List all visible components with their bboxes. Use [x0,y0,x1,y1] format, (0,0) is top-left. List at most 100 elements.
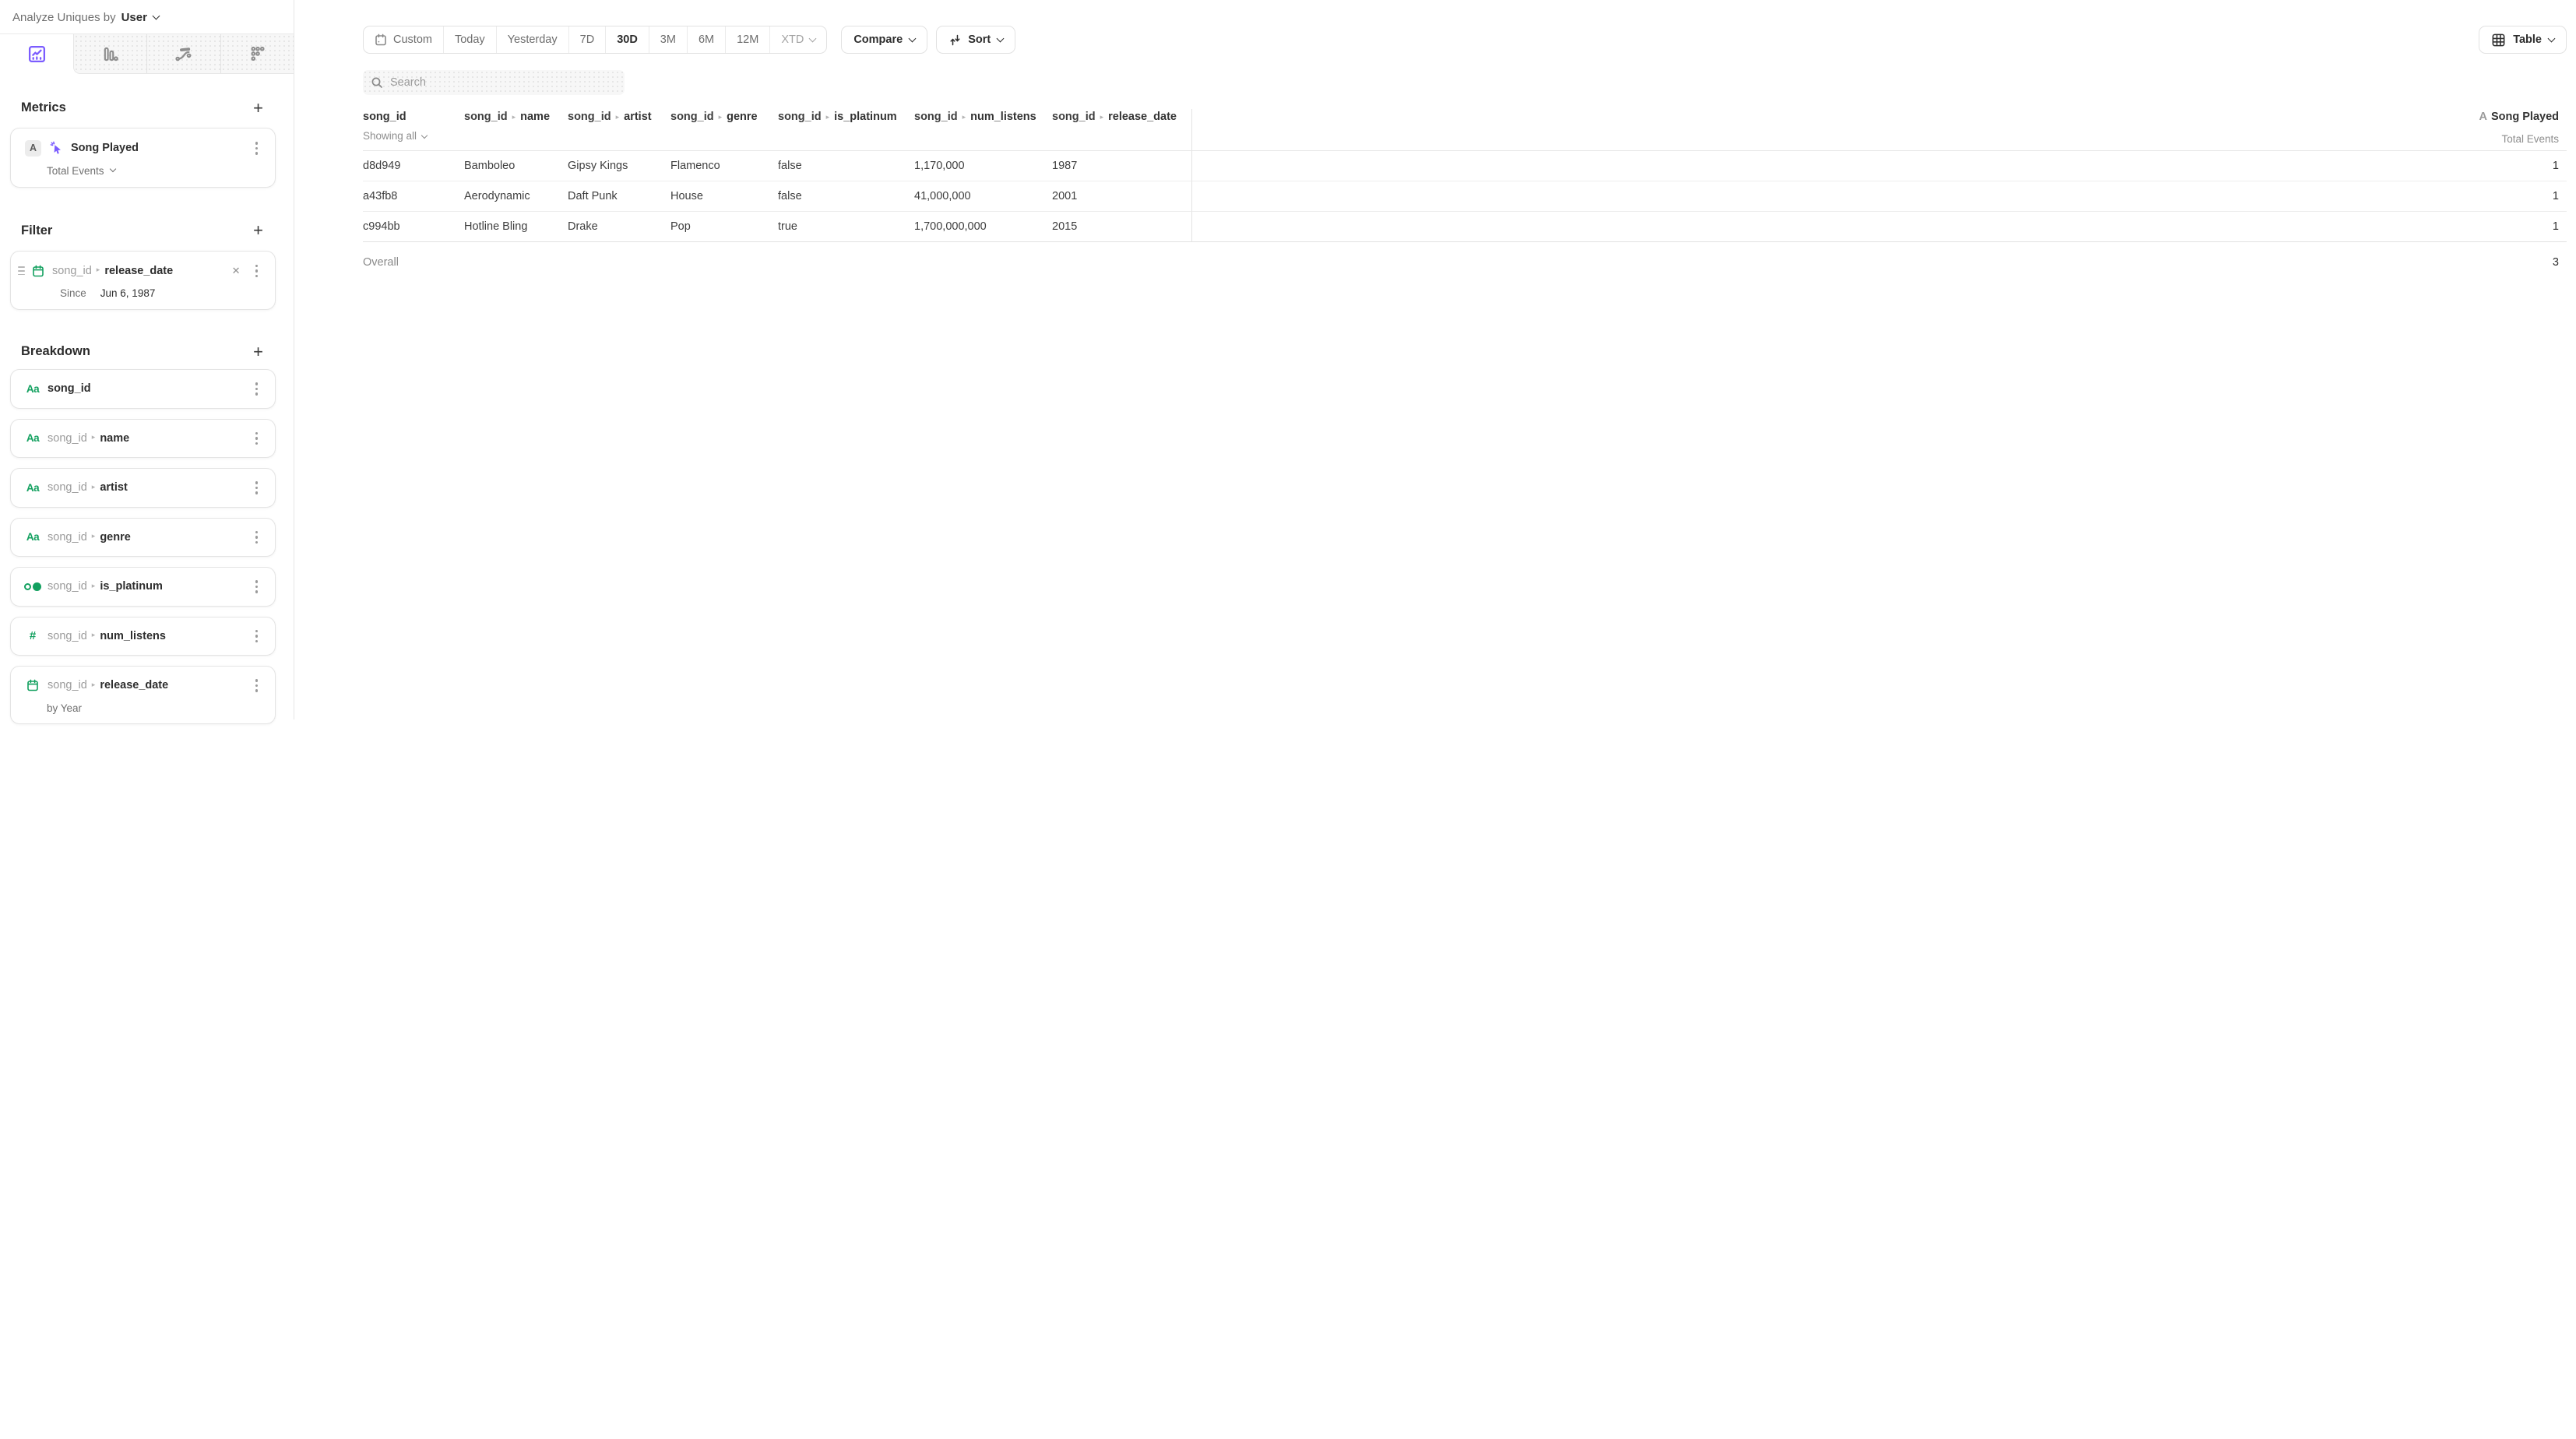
search-input[interactable] [390,76,617,89]
column-header-is-platinum: song_id▸is_platinum [778,109,914,151]
boolean-type-icon [25,582,40,591]
table-cell: Drake [568,212,670,242]
column-header-metric: ASong Played Total Events [1191,109,2567,151]
column-header-name: song_id▸name [464,109,568,151]
breakdown-item-release-date[interactable]: song_id ▸ release_date by Year [10,666,276,724]
date-range-today[interactable]: Today [443,26,496,53]
date-range-custom[interactable]: Custom [364,26,443,53]
remove-filter-button[interactable]: ✕ [228,263,245,279]
breakdown-property-prefix: song_id [48,531,87,544]
metric-card[interactable]: A Song Played Total Events [10,128,276,188]
date-range-yesterday[interactable]: Yesterday [496,26,568,53]
breakdown-options-menu[interactable] [251,478,263,498]
breakdown-item-song-id[interactable]: Aa song_id [10,369,276,409]
showing-all-dropdown[interactable]: Showing all [363,128,427,143]
property-path-arrow-icon: ▸ [97,266,100,274]
table-cell: Daft Punk [568,181,670,212]
date-range-7d[interactable]: 7D [568,26,606,53]
add-breakdown-button[interactable]: + [252,345,265,359]
breakdown-options-menu[interactable] [251,379,263,399]
filter-property-name: release_date [104,265,173,277]
table-cell: Flamenco [670,151,778,181]
breakdown-options-menu[interactable] [251,676,263,695]
event-cursor-icon [49,141,65,156]
column-header-release-date: song_id▸release_date [1052,109,1191,151]
breakdown-options-menu[interactable] [251,429,263,449]
analyze-label: Analyze Uniques by [12,11,116,24]
property-path-arrow-icon: ▸ [719,113,723,121]
tab-metrics-grid[interactable] [220,34,294,73]
date-range-12m[interactable]: 12M [725,26,769,53]
breakdown-property-prefix: song_id [48,630,87,642]
breakdown-options-menu[interactable] [251,528,263,547]
report-toolbar: Custom Today Yesterday 7D 30D 3M 6M 12M … [363,26,2567,54]
column-header-genre: song_id▸genre [670,109,778,151]
metric-options-menu[interactable] [251,139,263,158]
filter-operator-dropdown[interactable]: Since [60,287,86,299]
compare-button[interactable]: Compare [841,26,927,54]
date-range-30d[interactable]: 30D [605,26,649,53]
breakdown-property-name: song_id [48,382,91,395]
table-cell: 2001 [1052,181,1191,212]
aggregation-label: Total Events [47,165,104,177]
add-metric-button[interactable]: + [252,101,265,115]
property-path-arrow-icon: ▸ [92,631,96,639]
text-type-icon: Aa [25,482,40,494]
date-range-3m[interactable]: 3M [649,26,687,53]
results-table: song_id Showing all song_id▸name song_id… [363,109,2567,278]
add-filter-button[interactable]: + [252,223,265,237]
tab-flow-chart[interactable] [146,34,220,73]
breakdown-title: Breakdown [21,344,90,359]
drag-handle-icon[interactable] [18,266,25,275]
table-view-button[interactable]: Table [2479,26,2567,54]
analyze-header: Analyze Uniques by User [0,0,294,33]
table-cell: false [778,151,914,181]
breakdown-bucket-dropdown[interactable]: by Year [47,702,82,714]
overall-total-value: 3 [1191,242,2567,278]
breakdown-property-prefix: song_id [48,432,87,445]
date-range-xtd[interactable]: XTD [769,26,826,53]
table-cell: Pop [670,212,778,242]
table-cell: d8d949 [363,151,464,181]
chevron-down-icon [109,166,115,172]
property-path-arrow-icon: ▸ [512,113,516,121]
breakdown-options-menu[interactable] [251,627,263,646]
breakdown-options-menu[interactable] [251,577,263,596]
sort-arrows-icon [948,33,962,47]
sort-button[interactable]: Sort [936,26,1015,54]
breakdown-item-name[interactable]: Aa song_id ▸ name [10,419,276,459]
chevron-down-icon [421,132,428,138]
breakdown-item-genre[interactable]: Aa song_id ▸ genre [10,518,276,558]
filter-property-prefix: song_id [52,265,92,277]
property-path-arrow-icon: ▸ [92,582,96,590]
table-cell [778,242,914,278]
table-cell: Bamboleo [464,151,568,181]
dots-grid-icon [248,44,267,64]
property-path-arrow-icon: ▸ [92,433,96,442]
filter-value[interactable]: Jun 6, 1987 [100,287,156,299]
table-cell: false [778,181,914,212]
tab-bar-chart[interactable] [74,34,146,73]
table-search[interactable] [363,70,625,95]
date-type-icon [30,265,46,277]
table-cell: a43fb8 [363,181,464,212]
table-cell: c994bb [363,212,464,242]
breakdown-property-prefix: song_id [48,679,87,691]
date-range-6m[interactable]: 6M [687,26,725,53]
property-path-arrow-icon: ▸ [92,532,96,540]
chevron-down-icon [909,34,917,42]
filter-card[interactable]: song_id ▸ release_date ✕ Since Jun 6, 19… [10,251,276,311]
property-path-arrow-icon: ▸ [92,483,96,491]
table-cell: 2015 [1052,212,1191,242]
bar-chart-icon [100,44,120,64]
breakdown-item-num-listens[interactable]: # song_id ▸ num_listens [10,617,276,656]
breakdown-item-artist[interactable]: Aa song_id ▸ artist [10,468,276,508]
analyze-entity-dropdown[interactable]: User [121,11,159,24]
flow-chart-icon [174,44,193,64]
breakdown-property-name: artist [100,481,127,494]
metric-aggregation-dropdown[interactable]: Total Events [47,165,115,177]
filter-options-menu[interactable] [251,262,263,281]
breakdown-item-is-platinum[interactable]: song_id ▸ is_platinum [10,567,276,607]
tab-line-chart[interactable] [0,34,73,74]
table-cell: 1987 [1052,151,1191,181]
